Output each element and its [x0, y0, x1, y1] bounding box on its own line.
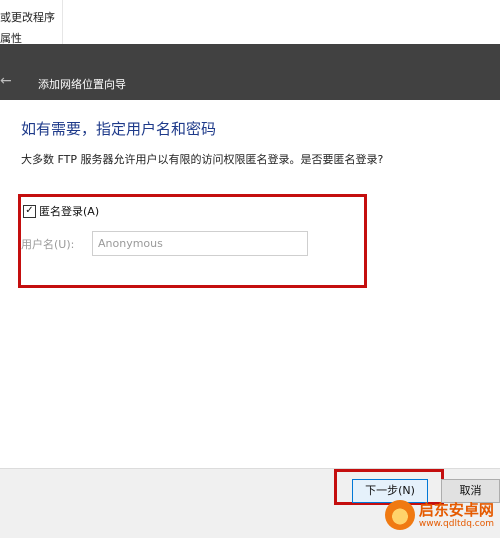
page-description: 大多数 FTP 服务器允许用户以有限的访问权限匿名登录。是否要匿名登录?: [21, 153, 384, 166]
bg-item-change-program[interactable]: 或更改程序: [0, 9, 55, 25]
background-program-list: 或更改程序 属性: [0, 0, 63, 45]
username-label: 用户名(U):: [21, 238, 75, 251]
watermark-url: www.qdltdq.com: [418, 518, 494, 529]
wizard-title: 添加网络位置向导: [38, 78, 126, 91]
anonymous-login-checkbox[interactable]: ✓: [23, 204, 36, 218]
wizard-footer: 下一步(N) 取消 启东安卓网 www.qdltdq.com: [0, 468, 500, 538]
anonymous-login-option[interactable]: ✓ 匿名登录(A): [23, 203, 99, 219]
wizard-content: 如有需要，指定用户名和密码 大多数 FTP 服务器允许用户以有限的访问权限匿名登…: [0, 100, 500, 468]
anonymous-login-label[interactable]: 匿名登录(A): [39, 203, 99, 219]
site-watermark: 启东安卓网 www.qdltdq.com: [384, 500, 494, 530]
watermark-logo-icon: [384, 500, 415, 530]
watermark-name: 启东安卓网: [418, 500, 494, 519]
username-input[interactable]: [92, 231, 308, 256]
back-arrow-icon[interactable]: ←: [0, 74, 12, 88]
page-heading: 如有需要，指定用户名和密码: [21, 120, 217, 138]
wizard-titlebar: ← 添加网络位置向导: [0, 44, 500, 100]
